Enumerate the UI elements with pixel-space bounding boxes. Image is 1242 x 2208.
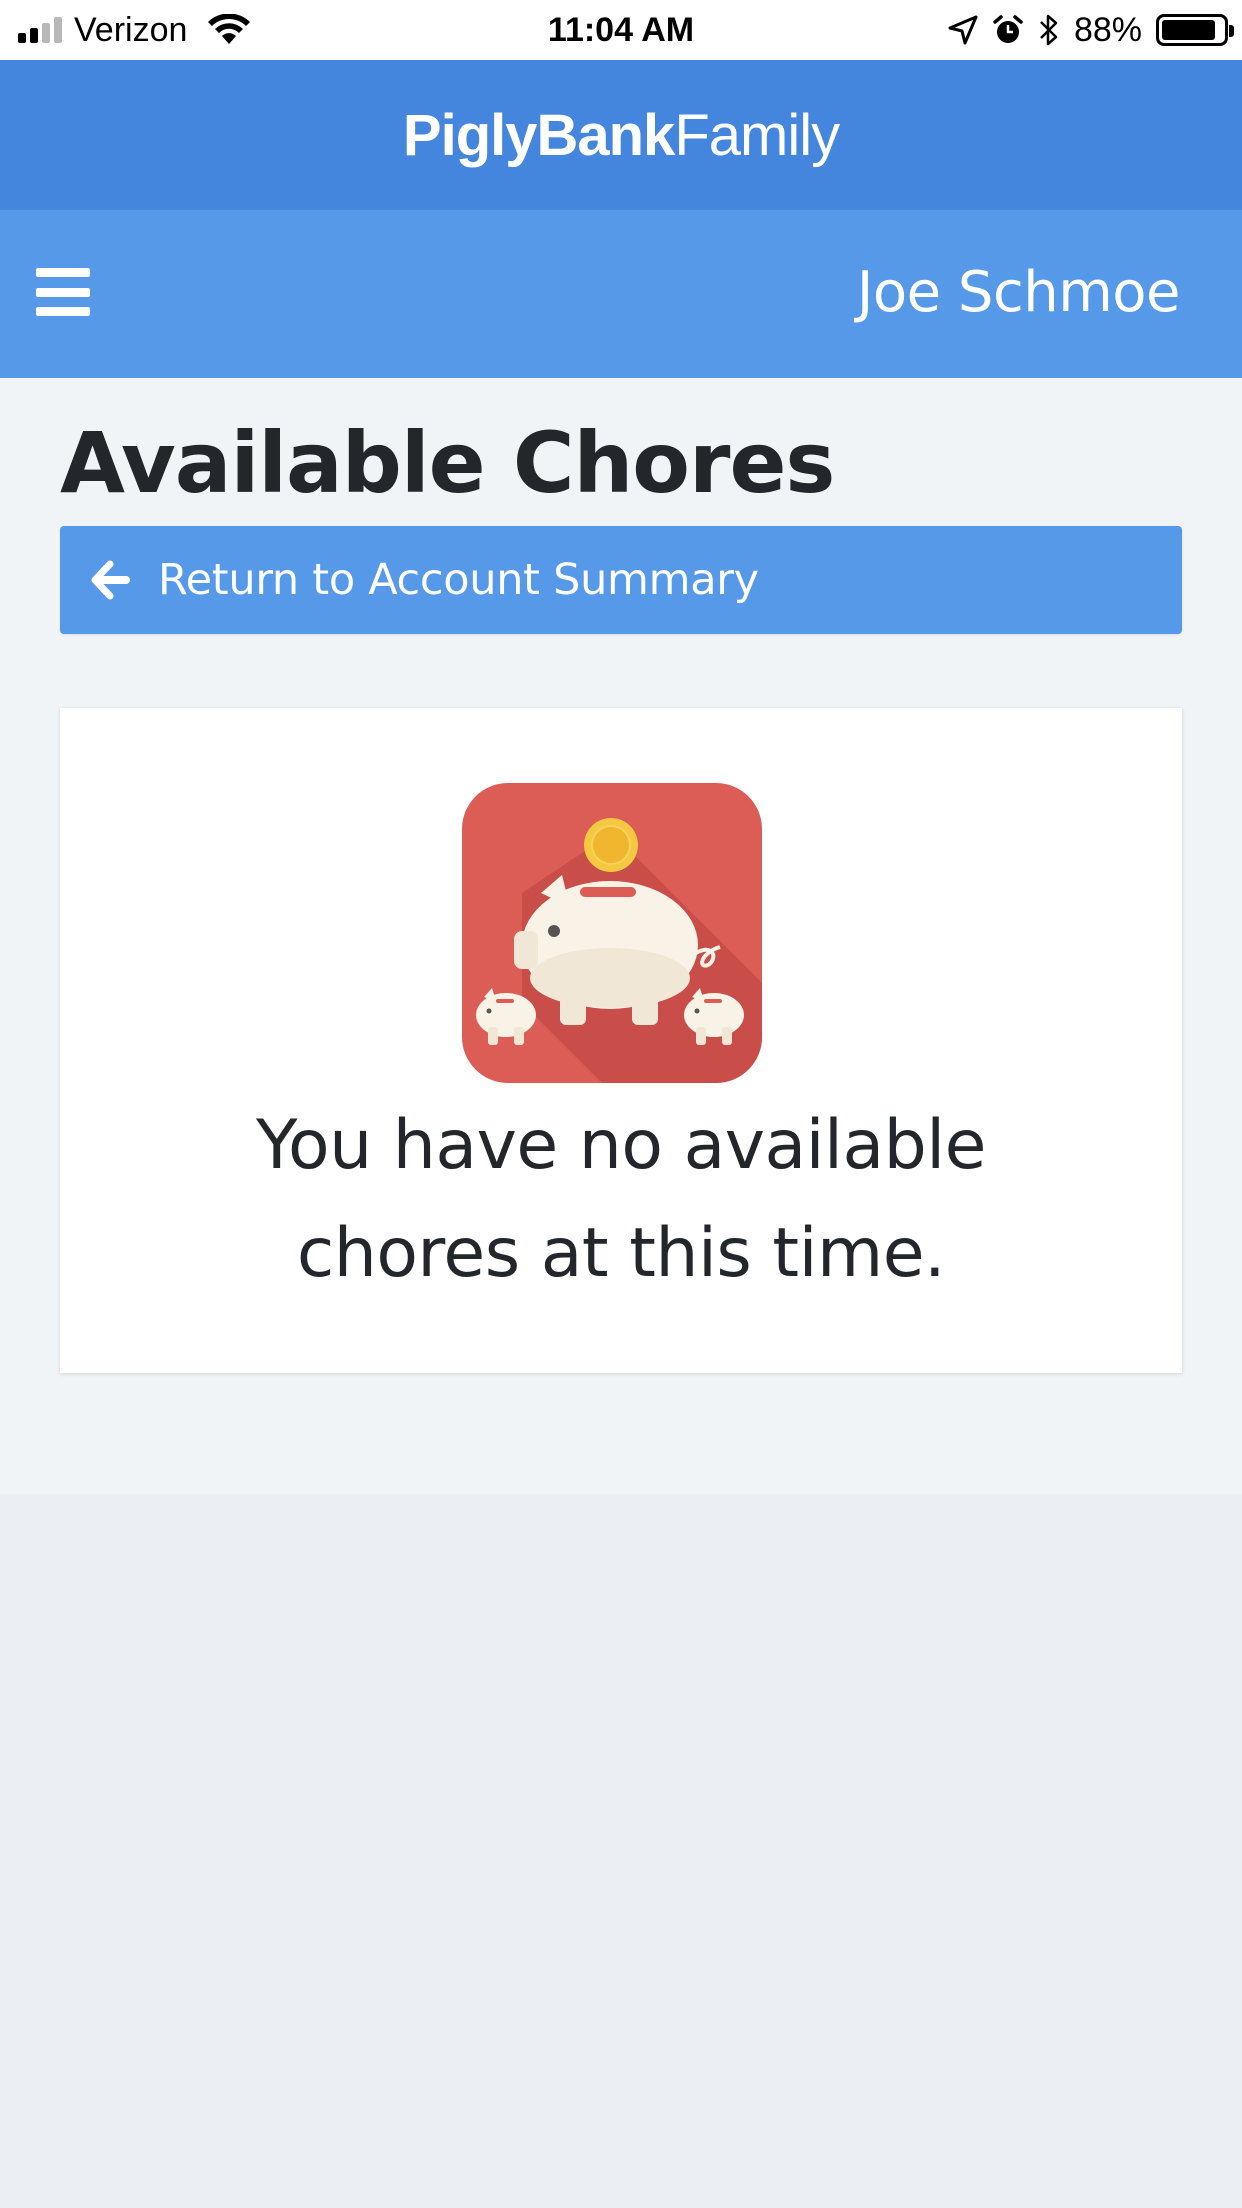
return-to-account-summary-button[interactable]: Return to Account Summary <box>60 526 1182 634</box>
piggy-bank-family-icon <box>462 783 762 1083</box>
return-button-label: Return to Account Summary <box>158 555 759 605</box>
brand-name-bold: PiglyBank <box>402 102 675 168</box>
wifi-icon <box>208 14 251 44</box>
battery-icon <box>1156 14 1234 46</box>
battery-fill <box>1162 20 1215 40</box>
arrow-left-icon <box>91 560 130 600</box>
user-bar: Joe Schmoe <box>0 210 1242 378</box>
brand-name-light: Family <box>674 102 840 168</box>
status-bar-right: 88% <box>948 0 1234 60</box>
user-name[interactable]: Joe Schmoe <box>857 252 1181 332</box>
empty-message-line-2: chores at this time. <box>296 1214 946 1293</box>
status-bar: Verizon 11:04 AM 88% <box>0 0 1242 60</box>
hamburger-menu-icon[interactable] <box>36 268 90 316</box>
main-content: Available Chores Return to Account Summa… <box>0 378 1242 1494</box>
empty-message-line-1: You have no available <box>255 1106 987 1185</box>
bluetooth-icon <box>1040 14 1058 46</box>
empty-state-card: You have no available chores at this tim… <box>60 708 1182 1373</box>
page-title: Available Chores <box>60 414 835 512</box>
location-arrow-icon <box>948 15 978 45</box>
brand-bar: PiglyBank Family <box>0 60 1242 210</box>
carrier-name: Verizon <box>74 10 188 49</box>
battery-percent: 88% <box>1073 10 1142 49</box>
alarm-clock-icon <box>993 15 1023 43</box>
empty-state-message: You have no available chores at this tim… <box>100 1092 1142 1308</box>
status-bar-left: Verizon <box>18 0 251 60</box>
signal-bars-icon <box>18 17 62 43</box>
